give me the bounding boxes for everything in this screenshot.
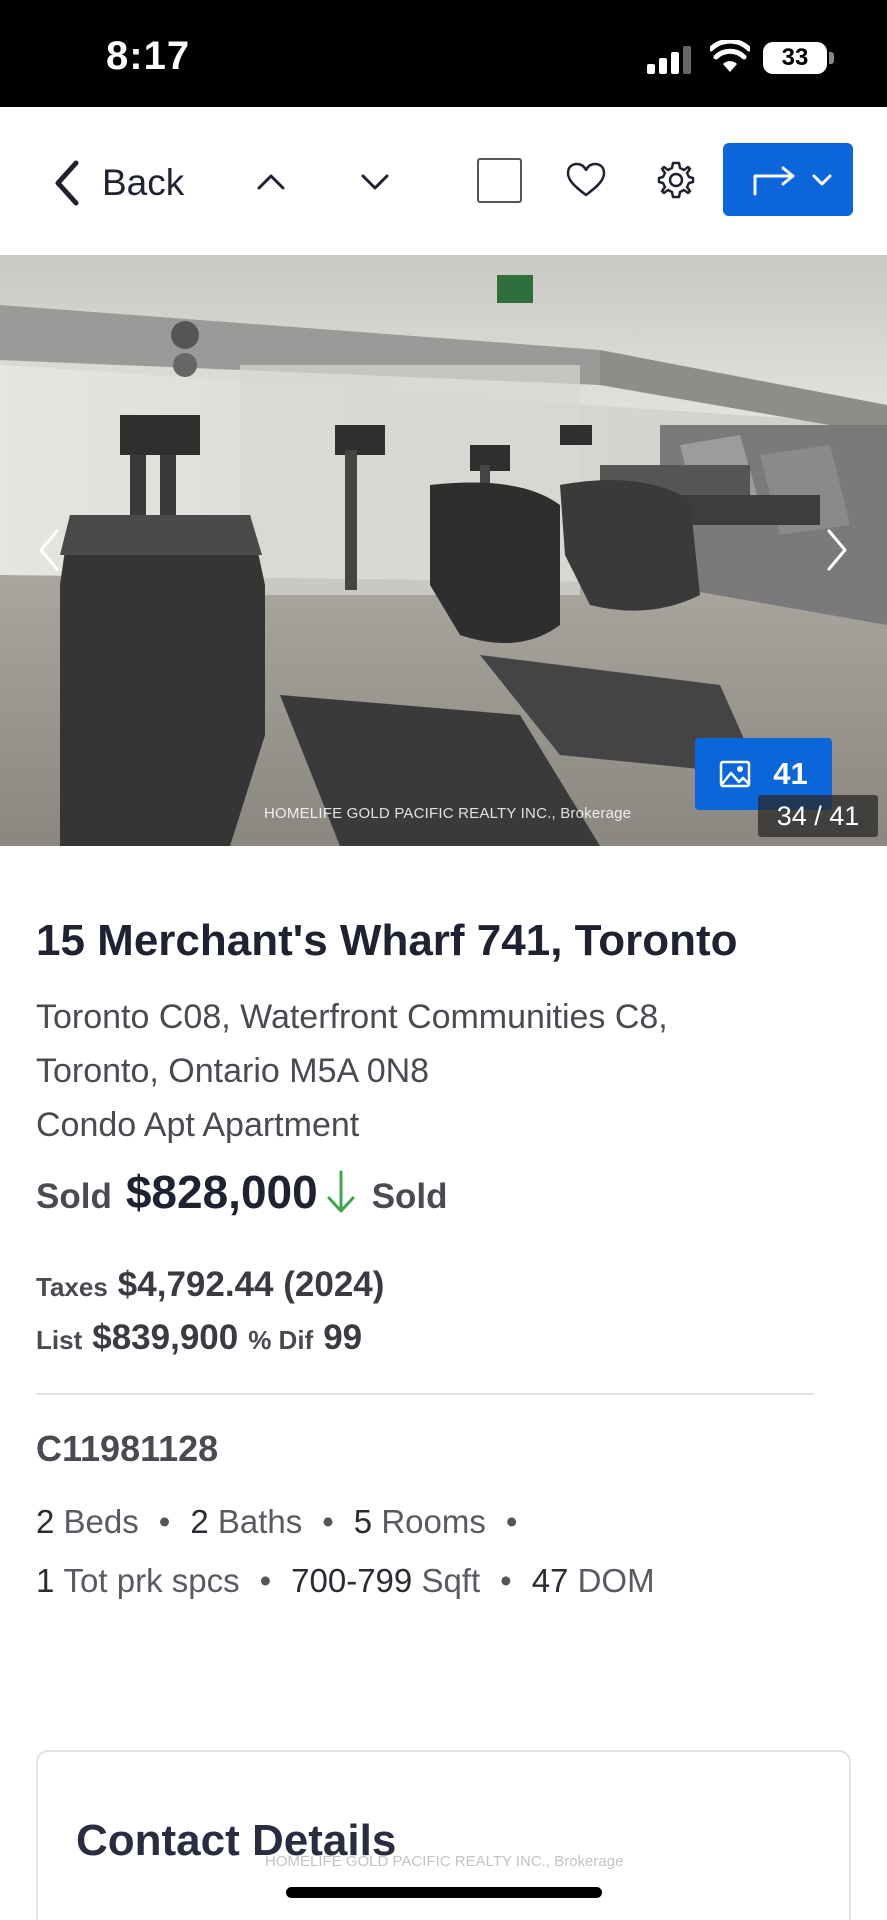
- status-bar: 8:17 33: [0, 0, 887, 107]
- favorite-button[interactable]: [558, 152, 614, 208]
- home-indicator[interactable]: [286, 1887, 602, 1898]
- gear-icon: [657, 161, 695, 199]
- listing-address-title: 15 Merchant's Wharf 741, Toronto: [36, 916, 738, 965]
- back-label: Back: [102, 162, 185, 203]
- select-checkbox[interactable]: [477, 158, 522, 203]
- chevron-right-icon: [827, 529, 847, 571]
- chevron-left-icon: [39, 529, 59, 571]
- status-badge: Sold: [371, 1177, 448, 1216]
- separator: •: [505, 1503, 518, 1540]
- separator: •: [500, 1562, 512, 1599]
- divider: [36, 1393, 814, 1395]
- baths-label: Baths: [217, 1503, 303, 1540]
- chevron-up-icon: [257, 174, 285, 190]
- battery-icon: 33: [763, 42, 827, 74]
- rooms-label: Rooms: [381, 1503, 486, 1540]
- separator: •: [259, 1562, 272, 1599]
- share-button[interactable]: [723, 143, 853, 216]
- dom-label: DOM: [577, 1562, 655, 1599]
- area-line: Toronto C08, Waterfront Communities C8,: [36, 998, 668, 1036]
- wifi-icon: [710, 40, 750, 72]
- heart-icon: [566, 162, 606, 197]
- photo-count-label: 41: [773, 756, 808, 791]
- taxes-label: Taxes: [36, 1272, 108, 1302]
- taxes-value: $4,792.44 (2024): [117, 1265, 385, 1304]
- price-row: Sold $828,000 Sold: [36, 1165, 448, 1219]
- list-label: List: [36, 1325, 83, 1355]
- sold-price: $828,000: [125, 1166, 318, 1218]
- beds-count: 2: [36, 1503, 55, 1540]
- parking-label: Tot prk spcs: [63, 1562, 240, 1599]
- baths-count: 2: [190, 1503, 209, 1540]
- share-arrow-icon: [753, 166, 795, 195]
- previous-photo-button[interactable]: [24, 520, 74, 580]
- battery-tip: [829, 52, 834, 64]
- mls-number: C11981128: [36, 1428, 219, 1469]
- listing-address-details: Toronto C08, Waterfront Communities C8, …: [36, 990, 856, 1152]
- specs-row-2: 1 Tot prk spcs • 700-799 Sqft • 47 DOM: [36, 1562, 655, 1600]
- separator: •: [322, 1503, 334, 1540]
- dif-value: 99: [323, 1318, 363, 1357]
- next-photo-button[interactable]: [812, 520, 862, 580]
- rooms-count: 5: [353, 1503, 373, 1540]
- status-time: 8:17: [106, 34, 191, 78]
- dom-count: 47: [531, 1562, 569, 1599]
- city-line: Toronto, Ontario M5A 0N8: [36, 1052, 430, 1090]
- property-type: Condo Apt Apartment: [36, 1106, 360, 1144]
- chevron-left-icon: [55, 160, 79, 206]
- sqft-range: 700-799: [291, 1562, 413, 1599]
- back-button[interactable]: Back: [50, 153, 184, 213]
- chevron-down-icon: [812, 174, 832, 185]
- sold-label: Sold: [36, 1177, 112, 1216]
- cellular-signal-icon: [647, 44, 693, 74]
- separator: •: [158, 1503, 171, 1540]
- brokerage-watermark: HOMELIFE GOLD PACIFIC REALTY INC., Broke…: [265, 1853, 624, 1870]
- next-listing-button[interactable]: [350, 157, 400, 207]
- chevron-down-icon: [361, 174, 389, 190]
- photo-watermark: HOMELIFE GOLD PACIFIC REALTY INC., Broke…: [264, 805, 632, 822]
- image-icon: [720, 760, 751, 788]
- dif-label: % Dif: [248, 1325, 314, 1355]
- taxes-row: Taxes $4,792.44 (2024): [36, 1265, 384, 1305]
- list-price-value: $839,900: [92, 1318, 239, 1357]
- toolbar: Back: [0, 107, 887, 255]
- sqft-label: Sqft: [421, 1562, 481, 1599]
- list-price-row: List $839,900 % Dif 99: [36, 1318, 362, 1358]
- photo-index-label: 34 / 41: [758, 795, 878, 837]
- settings-button[interactable]: [648, 152, 704, 208]
- specs-row-1: 2 Beds • 2 Baths • 5 Rooms •: [36, 1503, 537, 1541]
- previous-listing-button[interactable]: [246, 157, 296, 207]
- parking-count: 1: [36, 1562, 55, 1599]
- price-down-arrow-icon: [327, 1170, 355, 1213]
- beds-label: Beds: [63, 1503, 139, 1540]
